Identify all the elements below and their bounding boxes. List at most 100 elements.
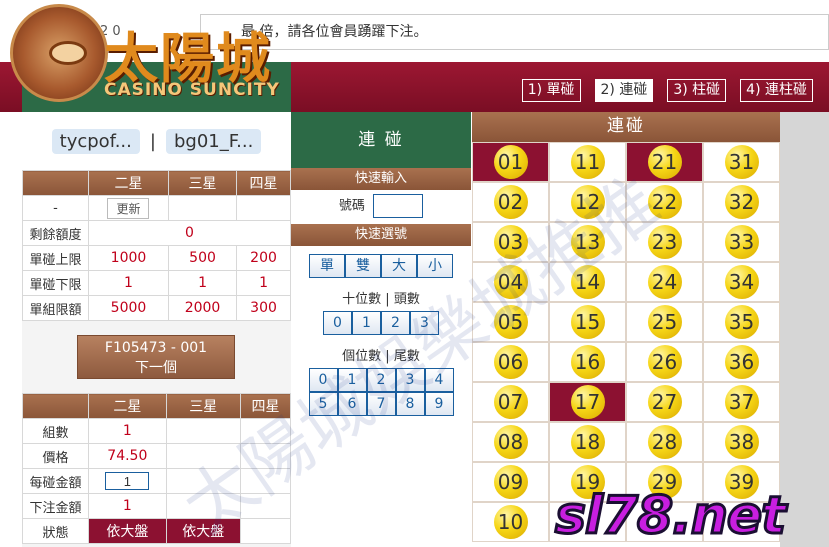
ball-number: 37 [724, 385, 759, 419]
units-0-button[interactable]: 0 [308, 368, 338, 392]
ball-number: 38 [724, 425, 759, 459]
refresh-button[interactable]: 更新 [107, 197, 150, 219]
ball-cell[interactable]: 16 [549, 342, 626, 382]
ball-cell[interactable]: 25 [626, 302, 703, 342]
ball-cell[interactable]: 29 [626, 462, 703, 502]
table-row: 下注金額 1 [22, 493, 292, 519]
quick-buttons: 單 雙 大 小 [291, 254, 471, 278]
logo-subtitle: CASINO SUNCITY [104, 80, 280, 100]
ball-cell[interactable]: 21 [626, 142, 703, 182]
even-button[interactable]: 雙 [345, 254, 381, 278]
price-value: 74.50 [88, 443, 167, 469]
units-9-button[interactable]: 9 [424, 392, 454, 416]
ball-cell[interactable]: 34 [703, 262, 780, 302]
ball-cell[interactable]: 03 [472, 222, 549, 262]
tens-label: 十位數 | 頭數 [342, 292, 420, 307]
big-button[interactable]: 大 [381, 254, 417, 278]
table-row: 價格 74.50 [22, 443, 292, 469]
ball-number: 02 [493, 185, 528, 219]
ball-cell[interactable]: 23 [626, 222, 703, 262]
units-3-button[interactable]: 3 [395, 368, 425, 392]
tens-2-button[interactable]: 2 [381, 311, 410, 335]
ball-cell[interactable]: 22 [626, 182, 703, 222]
units-6-button[interactable]: 6 [337, 392, 367, 416]
ball-number: 08 [493, 425, 528, 459]
units-5-button[interactable]: 5 [308, 392, 338, 416]
quick-input-header: 快速輸入 [291, 168, 471, 190]
panel-title: 連 碰 [291, 112, 471, 168]
table-row: 組數 1 [22, 418, 292, 444]
tab-pillar[interactable]: 3) 柱碰 [667, 79, 727, 102]
number-input[interactable] [373, 194, 424, 218]
ball-cell[interactable]: 02 [472, 182, 549, 222]
number-label: 號碼 [338, 198, 365, 214]
ball-cell[interactable]: 37 [703, 382, 780, 422]
limits-table: 二星 三星 四星 - 更新 剩餘額度 0 單碰上限 1000 500 200 單… [22, 170, 291, 321]
units-8-button[interactable]: 8 [395, 392, 425, 416]
next-button[interactable]: F105473 - 001 下一個 [77, 335, 235, 379]
tens-3-button[interactable]: 3 [410, 311, 439, 335]
ball-cell[interactable]: 27 [626, 382, 703, 422]
ball-cell[interactable]: 14 [549, 262, 626, 302]
bet-table: 二星 三星 四星 組數 1 價格 74.50 每碰金額 下注金額 1 [22, 393, 292, 544]
ball-cell[interactable]: 36 [703, 342, 780, 382]
ball-number: 33 [724, 225, 759, 259]
ball-panel-header: 連碰 [472, 112, 780, 142]
tab-single[interactable]: 1) 單碰 [521, 79, 581, 102]
ball-cell[interactable]: 39 [703, 462, 780, 502]
remaining-label: 剩餘額度 [22, 220, 89, 246]
ball-number: 32 [724, 185, 759, 219]
table-row: 單碰上限 1000 500 200 [22, 245, 291, 271]
ball-cell[interactable]: 15 [549, 302, 626, 342]
ball-cell[interactable]: 06 [472, 342, 549, 382]
ball-cell[interactable]: 31 [703, 142, 780, 182]
ball-cell[interactable]: 33 [703, 222, 780, 262]
ball-cell[interactable]: 35 [703, 302, 780, 342]
ball-cell[interactable]: 38 [703, 422, 780, 462]
ball-cell[interactable]: 05 [472, 302, 549, 342]
ball-cell[interactable]: 19 [549, 462, 626, 502]
ball-number: 07 [493, 385, 528, 419]
ball-cell[interactable]: 28 [626, 422, 703, 462]
units-buttons: 0 1 2 3 4 5 6 7 8 9 [291, 368, 471, 416]
ball-cell[interactable]: 13 [549, 222, 626, 262]
ball-number: 31 [724, 145, 759, 179]
ball-cell [626, 502, 703, 542]
units-7-button[interactable]: 7 [366, 392, 396, 416]
ball-cell[interactable]: 24 [626, 262, 703, 302]
ball-cell[interactable]: 07 [472, 382, 549, 422]
ball-cell[interactable]: 12 [549, 182, 626, 222]
ball-number: 22 [647, 185, 682, 219]
ball-cell[interactable]: 08 [472, 422, 549, 462]
user-account-2[interactable]: bg01_F... [165, 128, 262, 154]
user-account-1[interactable]: tycpof... [51, 128, 140, 154]
tab-continuous[interactable]: 2) 連碰 [594, 79, 654, 102]
left-panel: tycpof... | bg01_F... 二星 三星 四星 - 更新 剩餘額度… [22, 112, 292, 547]
ball-cell[interactable]: 26 [626, 342, 703, 382]
small-button[interactable]: 小 [417, 254, 453, 278]
ball-cell[interactable]: 10 [472, 502, 549, 542]
units-2-button[interactable]: 2 [366, 368, 396, 392]
ball-number: 29 [647, 465, 682, 499]
ball-cell[interactable]: 32 [703, 182, 780, 222]
ball-cell[interactable]: 01 [472, 142, 549, 182]
odd-button[interactable]: 單 [309, 254, 345, 278]
ball-cell[interactable]: 17 [549, 382, 626, 422]
limits-header-4star: 四星 [236, 170, 291, 196]
per-bet-amount-input[interactable] [105, 472, 150, 490]
ball-cell[interactable]: 11 [549, 142, 626, 182]
ball-cell[interactable]: 18 [549, 422, 626, 462]
units-label: 個位數 | 尾數 [342, 349, 420, 364]
ball-number: 11 [570, 145, 605, 179]
ball-cell[interactable]: 04 [472, 262, 549, 302]
ball-cell[interactable]: 09 [472, 462, 549, 502]
user-separator: | [149, 130, 156, 152]
tens-1-button[interactable]: 1 [352, 311, 381, 335]
units-1-button[interactable]: 1 [337, 368, 367, 392]
ball-number: 39 [724, 465, 759, 499]
tens-0-button[interactable]: 0 [323, 311, 352, 335]
ball-number: 06 [493, 345, 528, 379]
tab-continuous-pillar[interactable]: 4) 連柱碰 [740, 79, 813, 102]
ball-number: 10 [493, 505, 528, 539]
units-4-button[interactable]: 4 [424, 368, 454, 392]
